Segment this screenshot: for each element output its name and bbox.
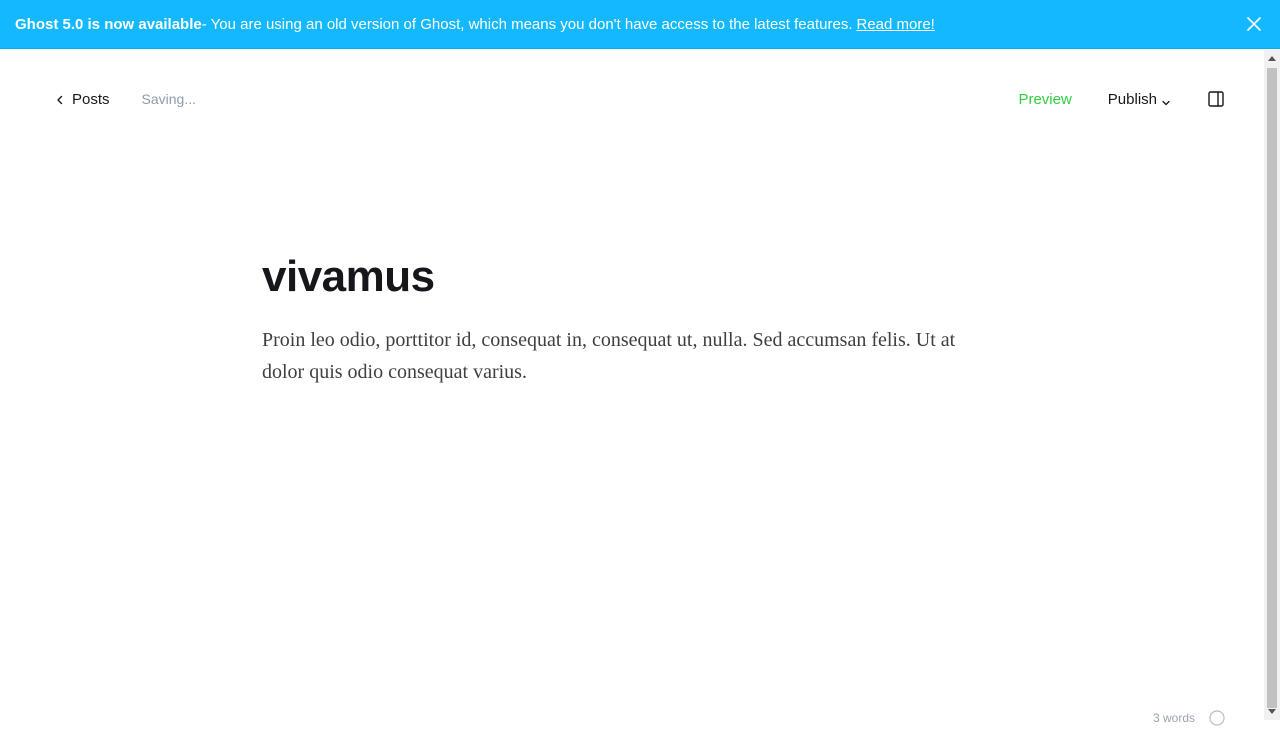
upgrade-banner: Ghost 5.0 is now available - You are usi… (0, 0, 1280, 49)
editor-toolbar-left: Posts Saving... (54, 88, 196, 110)
post-editor: vivamus Proin leo odio, porttitor id, co… (262, 248, 1002, 388)
help-icon[interactable] (1209, 710, 1225, 726)
banner-message: - You are using an old version of Ghost,… (202, 16, 853, 33)
post-body[interactable]: Proin leo odio, porttitor id, consequat … (262, 324, 1002, 388)
scrollbar-thumb[interactable] (1267, 68, 1277, 708)
chevron-left-icon (54, 93, 66, 105)
preview-button[interactable]: Preview (1018, 91, 1071, 108)
back-to-posts-button[interactable]: Posts (54, 91, 110, 108)
scrollbar[interactable] (1264, 50, 1280, 720)
save-status: Saving... (142, 91, 196, 107)
close-icon[interactable] (1246, 16, 1262, 32)
back-label: Posts (72, 91, 110, 108)
banner-read-more-link[interactable]: Read more! (856, 16, 934, 33)
chevron-down-icon (1161, 95, 1171, 105)
publish-menu-button[interactable]: Publish (1108, 91, 1171, 108)
sidebar-toggle-icon[interactable] (1207, 90, 1225, 108)
word-count: 3 words (1153, 711, 1195, 725)
post-title[interactable]: vivamus (262, 248, 1002, 306)
banner-headline: Ghost 5.0 is now available (15, 16, 202, 33)
publish-label: Publish (1108, 91, 1157, 108)
scroll-down-arrow[interactable] (1268, 709, 1276, 714)
editor-footer: 3 words (1153, 710, 1225, 726)
scroll-up-arrow[interactable] (1268, 56, 1276, 61)
editor-toolbar-right: Preview Publish (1018, 86, 1225, 112)
